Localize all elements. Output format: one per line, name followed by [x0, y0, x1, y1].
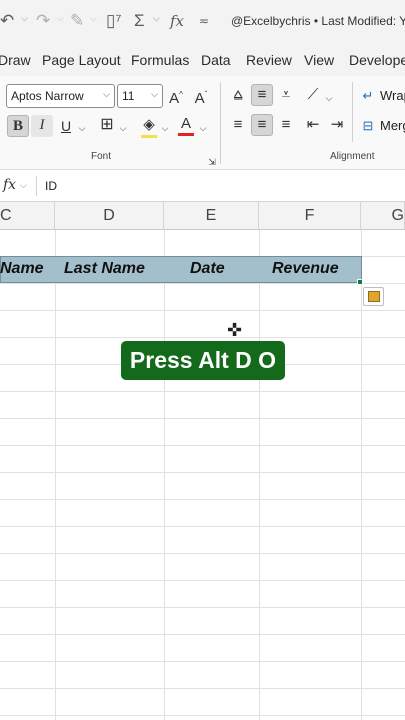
undo-dropdown-icon[interactable]: ⌵ — [21, 13, 28, 24]
font-name-dropdown[interactable]: Aptos Narrow ⌵ — [6, 84, 115, 108]
tab-developer[interactable]: Developer — [349, 52, 405, 68]
undo-icon[interactable]: ↶ — [0, 10, 14, 32]
tab-draw[interactable]: Draw — [0, 52, 31, 68]
chevron-down-icon: ⌵ — [151, 89, 158, 99]
column-header-d[interactable]: D — [55, 202, 164, 230]
column-header-c[interactable]: C — [0, 202, 55, 230]
format-painter-dropdown-icon[interactable]: ⌵ — [90, 13, 97, 24]
quick-analysis-icon[interactable] — [363, 287, 384, 306]
wrap-text-icon[interactable]: ↵ — [361, 86, 375, 106]
fill-color-dropdown-icon[interactable]: ⌵ — [160, 118, 170, 138]
align-top-icon[interactable]: ⩠ — [228, 85, 248, 105]
borders-icon[interactable]: ⊞ — [97, 115, 117, 135]
font-name-value: Aptos Narrow — [11, 89, 84, 103]
formula-bar: fx ⌵ ID — [0, 170, 405, 202]
merge-center-icon[interactable]: ⊟ — [361, 116, 375, 136]
tab-data[interactable]: Data — [201, 52, 231, 68]
fill-color-icon[interactable]: ◈ — [139, 115, 159, 135]
redo-icon[interactable]: ↷ — [36, 10, 50, 32]
gridline — [55, 230, 56, 720]
header-cell-name[interactable]: Name — [0, 260, 44, 278]
ribbon-tabs: Draw Page Layout Formulas Data Review Vi… — [0, 44, 405, 76]
redo-dropdown-icon[interactable]: ⌵ — [57, 13, 64, 24]
quick-access-toolbar: ↶ ⌵ ↷ ⌵ ✎ ⌵ ▯⁷ Σ ⌵ fx ≂ @Excelbychris • … — [0, 0, 405, 44]
gridline — [164, 230, 165, 720]
formula-bar-divider — [36, 176, 37, 196]
customize-toolbar-icon[interactable]: ≂ — [199, 10, 209, 32]
header-cell-revenue[interactable]: Revenue — [272, 260, 339, 278]
tab-page-layout[interactable]: Page Layout — [42, 52, 121, 68]
align-bottom-icon[interactable]: ⩡ — [276, 85, 296, 105]
autosum-icon[interactable]: Σ — [134, 10, 145, 32]
autosum-dropdown-icon[interactable]: ⌵ — [153, 13, 160, 24]
orientation-icon[interactable]: ⟋ — [303, 85, 323, 105]
alignment-group-label: Alignment — [330, 151, 375, 162]
column-header-f[interactable]: F — [259, 202, 361, 230]
tab-view[interactable]: View — [304, 52, 334, 68]
underline-dropdown-icon[interactable]: ⌵ — [77, 118, 87, 138]
increase-indent-icon[interactable]: ⇥ — [327, 115, 347, 135]
document-title: @Excelbychris • Last Modified: Yes — [231, 14, 405, 28]
cell-cursor-icon: ✜ — [227, 320, 243, 340]
format-painter-icon[interactable]: ✎ — [70, 10, 84, 32]
gridline — [259, 230, 260, 720]
wrap-text-label[interactable]: Wrap — [380, 88, 405, 103]
header-cell-last-name[interactable]: Last Name — [64, 260, 145, 278]
decrease-indent-icon[interactable]: ⇤ — [303, 115, 323, 135]
fill-color-swatch — [141, 135, 157, 138]
selected-header-row[interactable]: Name Last Name Date Revenue — [0, 256, 362, 283]
align-right-icon[interactable]: ≡ — [276, 115, 296, 135]
ribbon-home: Aptos Narrow ⌵ 11 ⌵ A^ Aˇ B I U ⌵ ⊞ ⌵ ◈ … — [0, 76, 405, 170]
font-color-dropdown-icon[interactable]: ⌵ — [198, 118, 208, 138]
column-header-e[interactable]: E — [164, 202, 259, 230]
group-divider — [220, 82, 221, 164]
tab-review[interactable]: Review — [246, 52, 292, 68]
insert-function-icon[interactable]: fx — [3, 177, 16, 193]
shortcut-banner: Press Alt D O — [121, 341, 285, 380]
tab-formulas[interactable]: Formulas — [131, 52, 189, 68]
borders-dropdown-icon[interactable]: ⌵ — [118, 118, 128, 138]
font-size-dropdown[interactable]: 11 ⌵ — [117, 84, 163, 108]
column-header-g[interactable]: G — [361, 202, 405, 230]
insert-function-icon[interactable]: fx — [170, 10, 184, 32]
decrease-font-size-icon[interactable]: Aˇ — [192, 85, 210, 109]
fill-handle[interactable] — [357, 279, 363, 285]
font-color-icon[interactable]: A — [177, 114, 195, 134]
align-center-icon[interactable]: ≡ — [251, 114, 273, 136]
font-group-label: Font — [91, 151, 112, 162]
sort-filter-icon[interactable]: ▯⁷ — [106, 10, 122, 32]
font-color-swatch — [178, 133, 194, 136]
italic-button[interactable]: I — [31, 115, 53, 137]
formula-input[interactable]: ID — [45, 179, 57, 193]
chevron-down-icon[interactable]: ⌵ — [20, 180, 27, 191]
merge-center-label[interactable]: Merg — [380, 118, 405, 133]
worksheet-grid[interactable] — [0, 230, 405, 720]
chevron-down-icon: ⌵ — [103, 89, 110, 99]
align-middle-icon[interactable]: ≡ — [251, 84, 273, 106]
group-divider — [352, 82, 353, 142]
font-dialog-launcher-icon[interactable]: ⇲ — [207, 152, 217, 172]
header-cell-date[interactable]: Date — [190, 260, 225, 278]
underline-button[interactable]: U — [57, 116, 75, 136]
orientation-dropdown-icon[interactable]: ⌵ — [324, 88, 334, 108]
font-size-value: 11 — [122, 89, 135, 103]
gridline — [361, 230, 362, 720]
increase-font-size-icon[interactable]: A^ — [167, 85, 185, 109]
align-left-icon[interactable]: ≡ — [228, 115, 248, 135]
bold-button[interactable]: B — [7, 115, 29, 137]
